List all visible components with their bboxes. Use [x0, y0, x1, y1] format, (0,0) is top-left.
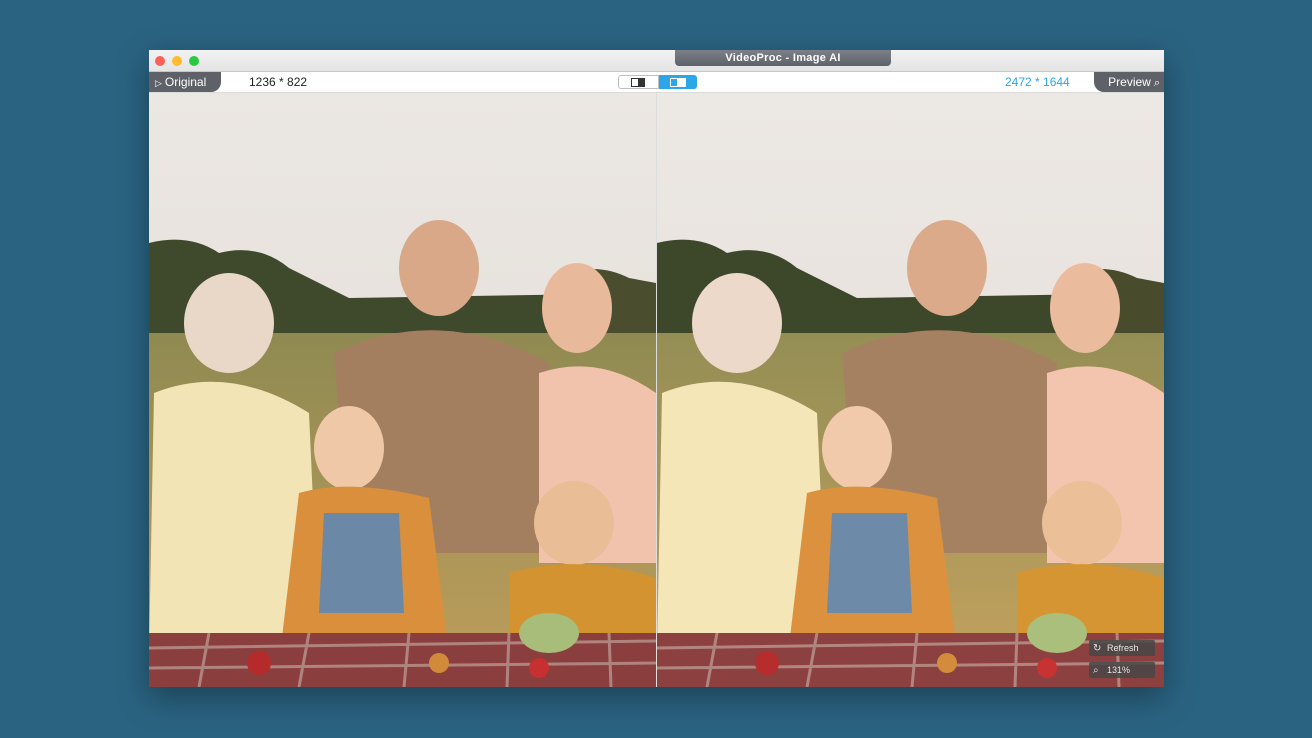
zoom-level-button[interactable]: ⌕ 131%: [1089, 662, 1155, 678]
app-window: VideoProc - Image AI ▷ Original 1236 * 82…: [149, 50, 1164, 687]
zoom-level-label: 131%: [1107, 665, 1131, 675]
refresh-button[interactable]: ↻ Refresh: [1089, 640, 1155, 656]
toolbar: ▷ Original 1236 * 822 2472 * 1644 Preview…: [149, 72, 1164, 93]
original-resolution: 1236 * 822: [249, 75, 308, 89]
preview-tab[interactable]: Preview ⌕: [1094, 72, 1164, 92]
title-bar[interactable]: VideoProc - Image AI: [149, 50, 1164, 72]
play-icon: ▷: [155, 78, 162, 88]
preview-label: Preview: [1108, 75, 1151, 89]
preview-image-pane[interactable]: [657, 93, 1164, 687]
view-mode-toggle: [618, 75, 697, 89]
single-view-button[interactable]: [618, 75, 659, 89]
split-view-icon: [669, 77, 686, 87]
window-title: VideoProc - Image AI: [675, 50, 891, 66]
zoom-icon: ⌕: [1093, 665, 1099, 676]
preview-resolution: 2472 * 1644: [1005, 75, 1070, 89]
original-label: Original: [164, 75, 207, 89]
zoom-window-button[interactable]: [189, 56, 199, 66]
original-tab[interactable]: ▷ Original: [149, 72, 221, 92]
minimize-window-button[interactable]: [172, 56, 182, 66]
refresh-icon: ↻: [1093, 643, 1102, 654]
refresh-label: Refresh: [1107, 643, 1139, 653]
close-window-button[interactable]: [155, 56, 165, 66]
single-view-icon: [631, 77, 646, 87]
split-view-button[interactable]: [658, 75, 697, 89]
original-photo: [149, 93, 656, 687]
enhanced-photo: [657, 93, 1164, 687]
magnifier-icon: ⌕: [1153, 77, 1160, 89]
original-image-pane[interactable]: [149, 93, 656, 687]
